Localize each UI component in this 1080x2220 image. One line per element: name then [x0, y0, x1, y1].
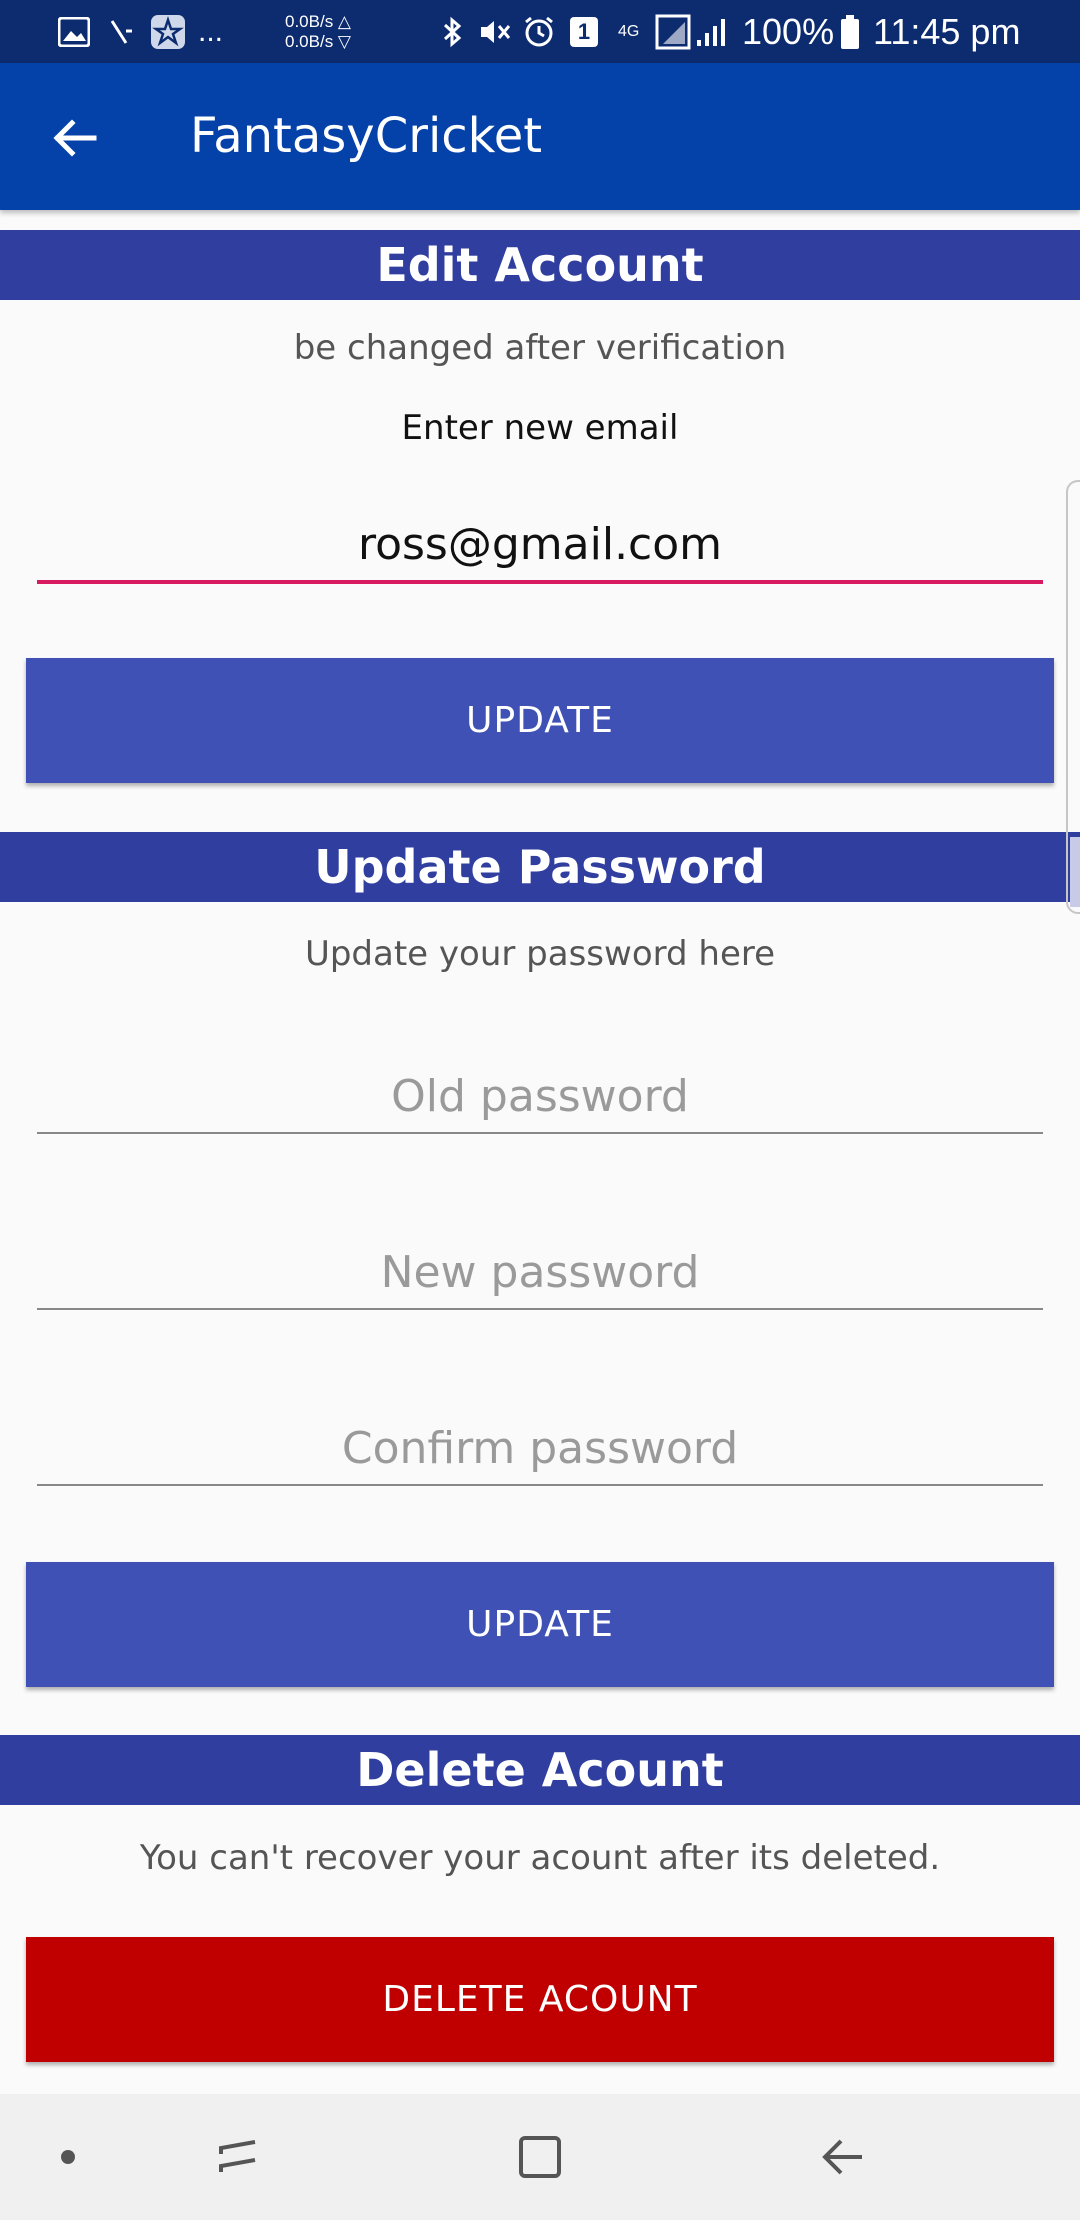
delete-account-subtext: You can't recover your acount after its … [139, 1838, 941, 1878]
back-button[interactable] [40, 103, 110, 173]
mute-icon [478, 0, 512, 63]
scrollbar-thumb[interactable] [1070, 837, 1080, 907]
app-bar: FantasyCricket [0, 63, 1080, 210]
new-password-field[interactable]: New password [37, 1238, 1043, 1310]
star-app-icon [150, 0, 186, 63]
more-notifications: ... [198, 14, 224, 48]
alarm-icon [522, 0, 556, 63]
delete-account-button[interactable]: DELETE ACOUNT [26, 1937, 1054, 2062]
recent-apps-button[interactable] [198, 2117, 278, 2197]
update-password-subtext: Update your password here [304, 934, 776, 974]
nav-dot-button[interactable] [28, 2117, 108, 2197]
nav-back-button[interactable] [802, 2117, 882, 2197]
network-type: 4G [618, 22, 640, 40]
update-password-header: Update Password [0, 832, 1080, 902]
status-bar: ... 0.0B/s △ 0.0B/s ▽ 1 4G 100% 11:45 pm [0, 0, 1080, 63]
email-field[interactable]: ross@gmail.com [37, 510, 1043, 584]
gallery-icon [58, 0, 90, 63]
old-password-field[interactable]: Old password [37, 1062, 1043, 1134]
home-button[interactable] [500, 2117, 580, 2197]
sim-badge-text: 1 [570, 16, 598, 47]
battery-percentage: 100% [742, 10, 835, 52]
arrow-back-icon [53, 119, 97, 157]
app-title: FantasyCricket [190, 108, 543, 164]
sim-badge: 1 [570, 0, 598, 63]
new-email-label: Enter new email [401, 408, 679, 448]
battery-icon [840, 0, 860, 63]
recent-apps-icon [219, 2140, 256, 2172]
upload-speed: 0.0B/s △ [285, 11, 351, 31]
home-icon [519, 2136, 561, 2178]
back-nav-icon [822, 2139, 862, 2175]
signal-icon [655, 0, 731, 63]
missed-call-icon [108, 0, 138, 63]
delete-account-header: Delete Acount [0, 1735, 1080, 1805]
network-speed: 0.0B/s △ 0.0B/s ▽ [285, 0, 351, 63]
dot-icon [61, 2150, 75, 2164]
download-speed: 0.0B/s ▽ [285, 31, 351, 51]
update-email-button[interactable]: UPDATE [26, 658, 1054, 783]
clock: 11:45 pm [873, 10, 1021, 52]
bluetooth-icon [442, 0, 464, 63]
confirm-password-field[interactable]: Confirm password [37, 1414, 1043, 1486]
edit-account-header: Edit Account [0, 230, 1080, 300]
scrollbar[interactable] [1066, 480, 1080, 914]
update-password-button[interactable]: UPDATE [26, 1562, 1054, 1687]
navigation-bar [0, 2094, 1080, 2220]
edit-account-subtext: be changed after verification [293, 328, 787, 368]
